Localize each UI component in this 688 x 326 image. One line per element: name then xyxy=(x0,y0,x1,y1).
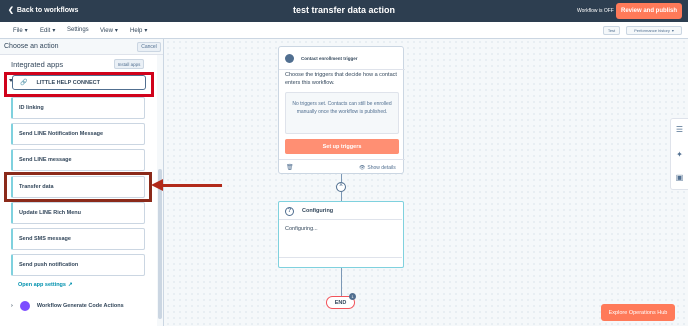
panel-header: Choose an action Cancel xyxy=(0,39,163,55)
panel-title: Choose an action xyxy=(4,43,59,50)
menu-bar: File ▾ Edit ▾ Settings View ▾ Help ▾ Test Pe… xyxy=(0,22,688,39)
trash-icon[interactable]: 🗑 xyxy=(286,164,294,171)
connector-line xyxy=(341,174,342,182)
menu-help[interactable]: Help ▾ xyxy=(130,27,148,35)
menu-view-label: View xyxy=(100,27,113,34)
end-count-badge: 1 xyxy=(349,293,356,300)
test-button[interactable]: Test xyxy=(603,26,620,35)
connector-line xyxy=(341,268,342,296)
chevron-down-icon: ▾ xyxy=(114,28,118,34)
no-triggers-message: No triggers set. Contacts can still be e… xyxy=(285,92,399,134)
sparkle-icon[interactable]: ✦ xyxy=(675,150,684,159)
action-send-push[interactable]: Send push notification xyxy=(11,254,145,276)
chevron-down-icon: ▾ xyxy=(52,28,56,34)
trigger-description: Choose the triggers that decide how a co… xyxy=(285,72,397,86)
menu-view[interactable]: View ▾ xyxy=(100,27,118,35)
menu-edit-label: Edit xyxy=(40,27,51,34)
annotation-arrow-head xyxy=(151,179,163,191)
generate-code-label: Workflow Generate Code Actions xyxy=(36,303,124,309)
top-header: ❮ Back to workflows test transfer data a… xyxy=(0,0,688,22)
configuring-action-card[interactable]: ? Configuring Configuring... xyxy=(278,201,404,268)
action-send-sms[interactable]: Send SMS message xyxy=(11,228,145,250)
enrollment-trigger-card[interactable]: Contact enrollment trigger Choose the tr… xyxy=(278,46,405,175)
cancel-button[interactable]: Cancel xyxy=(137,42,161,52)
menu-file-label: File xyxy=(13,27,23,34)
open-settings-label: Open app settings xyxy=(18,282,66,288)
set-up-triggers-button[interactable]: Set up triggers xyxy=(285,139,399,154)
section-title: Integrated apps xyxy=(11,60,64,69)
show-details-label: Show details xyxy=(367,165,396,171)
performance-history-button[interactable]: Performance history ▾ xyxy=(626,26,682,35)
show-details-link[interactable]: 👁 Show details xyxy=(359,165,396,171)
menu-edit[interactable]: Edit ▾ xyxy=(40,27,56,35)
chevron-down-icon: ▾ xyxy=(144,28,148,34)
chevron-down-icon: ▾ xyxy=(24,28,28,34)
trigger-title: Contact enrollment trigger xyxy=(301,56,358,61)
workflow-canvas[interactable] xyxy=(165,39,688,326)
menu-settings-label: Settings xyxy=(67,27,89,33)
trigger-header: Contact enrollment trigger xyxy=(279,47,405,70)
question-icon: ? xyxy=(285,207,294,216)
chevron-down-icon: ▾ xyxy=(671,28,674,33)
install-apps-button[interactable]: Install apps xyxy=(114,59,144,69)
menu-help-label: Help xyxy=(130,27,143,34)
config-header: ? Configuring xyxy=(279,202,402,220)
annotation-brown-box xyxy=(4,172,152,202)
annotation-arrow-shaft xyxy=(162,184,222,187)
eye-icon: 👁 xyxy=(359,165,366,171)
menu-file[interactable]: File ▾ xyxy=(13,27,28,35)
review-and-publish-button[interactable]: Review and publish xyxy=(616,3,682,19)
explore-operations-hub-button[interactable]: Explore Operations Hub xyxy=(601,304,675,321)
annotation-red-box xyxy=(4,72,154,97)
action-send-line-notification[interactable]: Send LINE Notification Message xyxy=(11,123,145,145)
open-app-settings-link[interactable]: Open app settings ↗ xyxy=(18,282,73,288)
add-action-icon[interactable]: × xyxy=(336,182,346,192)
config-body: Configuring... xyxy=(285,226,318,232)
contact-icon xyxy=(285,54,294,63)
action-update-line-rich-menu[interactable]: Update LINE Rich Menu xyxy=(11,202,145,224)
menu-settings[interactable]: Settings xyxy=(67,27,89,33)
performance-history-label: Performance history xyxy=(634,28,670,33)
config-footer xyxy=(279,257,402,258)
side-dock: ☰ ✦ ▣ xyxy=(670,118,688,190)
generate-code-actions-item[interactable]: › Workflow Generate Code Actions xyxy=(11,301,124,311)
chevron-right-icon: › xyxy=(11,303,13,309)
app-logo-icon xyxy=(19,301,30,311)
scrollbar-thumb[interactable] xyxy=(158,169,162,319)
action-send-line-message[interactable]: Send LINE message xyxy=(11,149,145,171)
menu-icon[interactable]: ☰ xyxy=(675,125,684,134)
connector-line xyxy=(341,192,342,201)
action-id-linking[interactable]: ID linking xyxy=(11,97,145,119)
chat-icon[interactable]: ▣ xyxy=(675,173,684,182)
config-title: Configuring xyxy=(302,208,334,214)
workflow-status: Workflow is OFF xyxy=(577,8,614,14)
external-link-icon: ↗ xyxy=(67,282,73,288)
trigger-footer: 🗑 👁 Show details xyxy=(279,159,405,175)
